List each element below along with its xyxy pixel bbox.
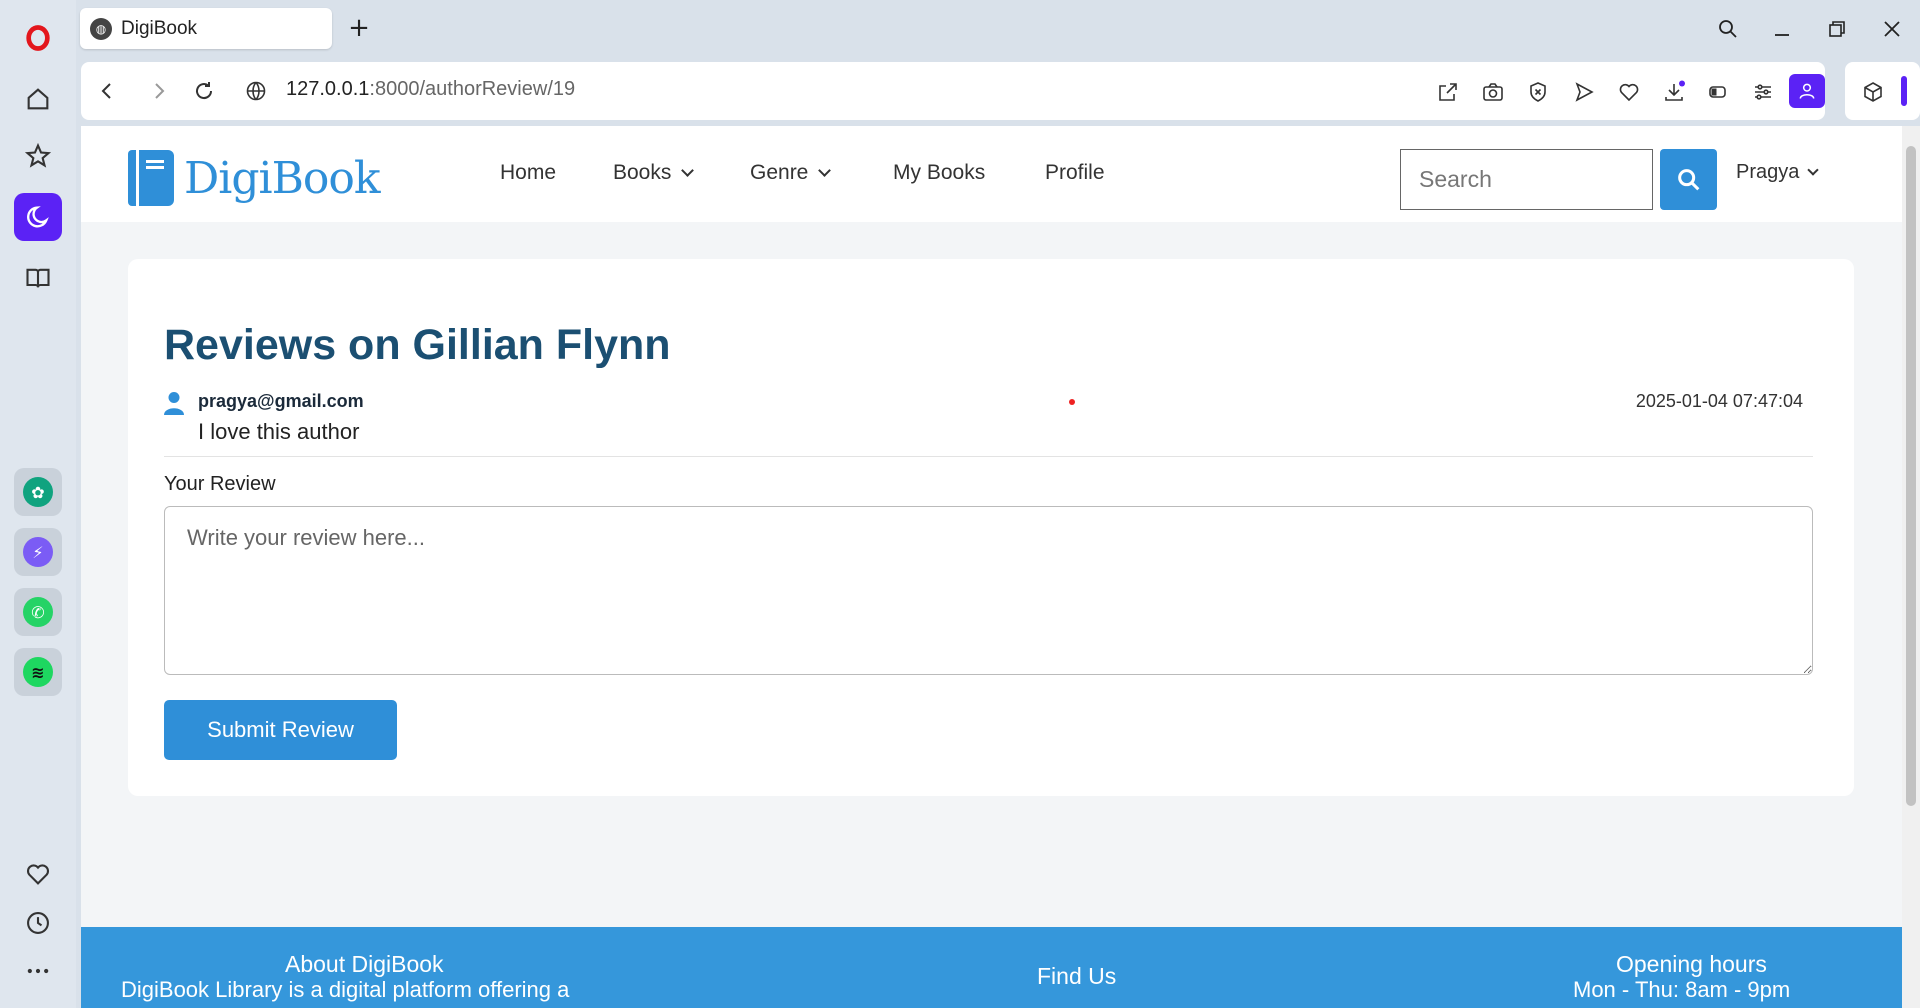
browser-sidebar: ✿ ⚡ ✆ ≋ [0,0,76,1008]
url-field[interactable]: 127.0.0.1:8000/authorReview/19 [286,78,575,101]
site-navbar: DigiBook Home Books Genre My Books Profi… [81,126,1902,222]
forward-arrow-icon[interactable] [145,77,173,105]
url-host: 127.0.0.1 [286,78,370,100]
more-dots-icon[interactable] [14,947,62,995]
tab-digibook[interactable]: ◍ DigiBook [80,8,332,49]
reviewer-email: pragya@gmail.com [198,391,364,411]
nav-my-books[interactable]: My Books [893,161,985,185]
battery-saver-icon[interactable] [1704,78,1732,106]
tab-strip: ◍ DigiBook + [76,0,1920,60]
chevron-down-icon [818,164,832,177]
favorite-heart-icon[interactable] [1615,78,1643,106]
heart-icon[interactable] [14,850,62,898]
history-clock-icon[interactable] [14,899,62,947]
site-footer: About DigiBook DigiBook Library is a dig… [81,927,1902,1008]
scrollbar-thumb[interactable] [1906,146,1916,806]
footer-hours-title: Opening hours [1616,951,1767,977]
search-tabs-icon[interactable] [1708,12,1748,46]
home-icon[interactable] [14,75,62,123]
user-name: Pragya [1736,161,1800,183]
sidebar-toggle-indicator[interactable] [1901,76,1907,106]
extensions-area [1845,62,1920,120]
logo-text: DigiBook [184,152,381,204]
page-title: Reviews on Gillian Flynn [164,321,671,369]
globe-icon: ◍ [90,17,112,40]
downloads-icon[interactable] [1660,78,1688,106]
snapshot-camera-icon[interactable] [1479,78,1507,106]
address-bar: 127.0.0.1:8000/authorReview/19 [81,62,1825,120]
review-text: I love this author [198,419,360,444]
user-dropdown[interactable]: Pragya [1736,161,1820,184]
new-tab-button[interactable]: + [344,14,374,44]
nav-books-label: Books [613,161,672,184]
messenger-app-icon[interactable]: ⚡ [14,528,62,576]
search-input[interactable]: Search [1400,149,1653,210]
red-dot [1069,399,1075,405]
chatgpt-app-icon[interactable]: ✿ [14,468,62,516]
opera-logo-icon[interactable] [14,14,62,62]
minimize-icon[interactable] [1762,12,1802,46]
reviews-card: Reviews on Gillian Flynn pragya@gmail.co… [128,259,1854,796]
send-flow-icon[interactable] [1570,78,1598,106]
easy-setup-sliders-icon[interactable] [1749,78,1777,106]
footer-find-title: Find Us [1037,963,1117,989]
review-timestamp: 2025-01-04 07:47:04 [1635,391,1803,411]
tab-title: DigiBook [121,17,198,39]
aria-moon-icon[interactable] [14,193,62,241]
url-path: :8000/authorReview/19 [369,78,576,100]
share-icon[interactable] [1434,78,1462,106]
back-arrow-icon[interactable] [93,77,121,105]
chevron-down-icon [681,164,695,177]
page-scrollbar[interactable] [1902,126,1920,1008]
whatsapp-app-icon[interactable]: ✆ [14,588,62,636]
search-button[interactable] [1660,149,1717,210]
digibook-logo[interactable]: DigiBook [128,150,381,206]
nav-books-dropdown[interactable]: Books [613,161,695,185]
close-window-icon[interactable] [1872,12,1912,46]
user-icon [164,392,184,415]
book-logo-icon [128,150,174,206]
restore-icon[interactable] [1817,12,1857,46]
reload-icon[interactable] [190,77,218,105]
reader-book-icon[interactable] [14,254,62,302]
search-icon [1677,168,1699,190]
footer-about-text: DigiBook Library is a digital platform o… [121,977,570,1002]
adblock-shield-icon[interactable] [1524,78,1552,106]
site-info-globe-icon[interactable] [242,77,270,105]
spotify-app-icon[interactable]: ≋ [14,648,62,696]
review-textarea[interactable] [164,506,1813,675]
chevron-down-icon [1807,164,1820,176]
your-review-label: Your Review [164,473,276,495]
bookmarks-star-icon[interactable] [14,132,62,180]
footer-hours-text: Mon - Thu: 8am - 9pm [1573,977,1791,1002]
nav-home[interactable]: Home [500,161,556,185]
footer-about-title: About DigiBook [285,951,444,977]
profile-avatar-icon[interactable] [1789,74,1825,108]
review-item: pragya@gmail.com 2025-01-04 07:47:04 I l… [164,387,1813,457]
nav-genre-label: Genre [750,161,809,184]
extensions-cube-icon[interactable] [1859,78,1887,106]
page-viewport: DigiBook Home Books Genre My Books Profi… [81,126,1920,1008]
submit-review-button[interactable]: Submit Review [164,700,397,760]
nav-genre-dropdown[interactable]: Genre [750,161,832,185]
nav-profile[interactable]: Profile [1045,161,1105,185]
